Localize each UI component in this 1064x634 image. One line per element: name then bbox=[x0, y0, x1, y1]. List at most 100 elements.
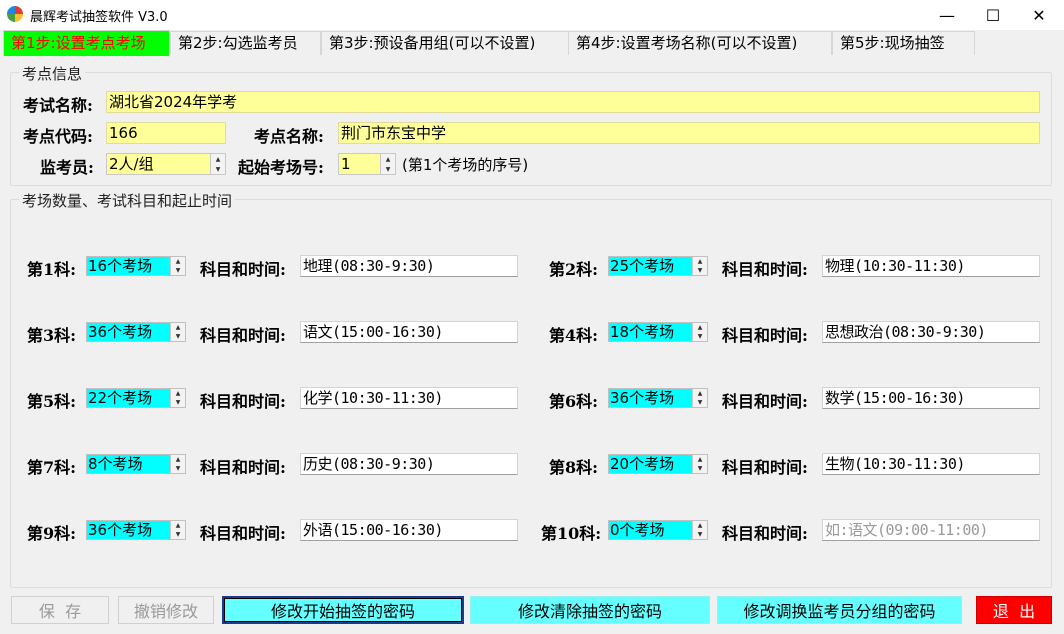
invigilators-arrows[interactable]: ▲ ▼ bbox=[210, 154, 225, 174]
save-button[interactable]: 保 存 bbox=[11, 596, 109, 624]
spin-up-icon[interactable]: ▲ bbox=[381, 154, 395, 164]
subject-7-rooms-spinner[interactable]: 8个考场 ▲ ▼ bbox=[86, 454, 186, 474]
spin-up-icon[interactable]: ▲ bbox=[171, 389, 185, 398]
change-start-password-button[interactable]: 修改开始抽签的密码 bbox=[222, 596, 464, 624]
spin-down-icon[interactable]: ▼ bbox=[171, 398, 185, 407]
subject-7-time-input[interactable]: 历史(08:30-9:30) bbox=[300, 453, 518, 475]
subject-6-rooms-spinner[interactable]: 36个考场 ▲ ▼ bbox=[608, 388, 708, 408]
subject-2-time-label: 科目和时间: bbox=[722, 260, 808, 279]
close-icon[interactable]: ✕ bbox=[1016, 0, 1062, 30]
subject-8-time-input[interactable]: 生物(10:30-11:30) bbox=[822, 453, 1040, 475]
subject-6-rooms-value: 36个考场 bbox=[609, 389, 695, 407]
window-title: 晨辉考试抽签软件 V3.0 bbox=[30, 10, 168, 25]
subject-8-label: 第8科: bbox=[549, 458, 599, 477]
spin-up-icon[interactable]: ▲ bbox=[211, 154, 225, 164]
subject-8-rooms-value: 20个考场 bbox=[609, 455, 695, 473]
subject-6-rooms-arrows[interactable]: ▲ ▼ bbox=[692, 389, 707, 407]
subject-6-time-label: 科目和时间: bbox=[722, 392, 808, 411]
maximize-icon[interactable]: ☐ bbox=[970, 0, 1016, 30]
save-button-label: 保 存 bbox=[38, 602, 82, 621]
spin-down-icon[interactable]: ▼ bbox=[693, 332, 707, 341]
spin-down-icon[interactable]: ▼ bbox=[381, 164, 395, 174]
subject-9-time-input[interactable]: 外语(15:00-16:30) bbox=[300, 519, 518, 541]
subject-5-rooms-spinner[interactable]: 22个考场 ▲ ▼ bbox=[86, 388, 186, 408]
site-name-input[interactable]: 荆门市东宝中学 bbox=[338, 122, 1040, 144]
spin-down-icon[interactable]: ▼ bbox=[211, 164, 225, 174]
subject-9-time-label: 科目和时间: bbox=[200, 524, 286, 543]
subject-9-rooms-arrows[interactable]: ▲ ▼ bbox=[170, 521, 185, 539]
subject-1-rooms-arrows[interactable]: ▲ ▼ bbox=[170, 257, 185, 275]
spin-down-icon[interactable]: ▼ bbox=[171, 530, 185, 539]
start-room-spinner[interactable]: 1 ▲ ▼ bbox=[338, 153, 396, 175]
subject-3-time-input[interactable]: 语文(15:00-16:30) bbox=[300, 321, 518, 343]
site-code-input[interactable]: 166 bbox=[106, 122, 226, 144]
subject-10-rooms-arrows[interactable]: ▲ ▼ bbox=[692, 521, 707, 539]
subject-9-label: 第9科: bbox=[27, 524, 77, 543]
spin-down-icon[interactable]: ▼ bbox=[693, 266, 707, 275]
subject-10-time-label: 科目和时间: bbox=[722, 524, 808, 543]
exam-name-input[interactable]: 湖北省2024年学考 bbox=[106, 91, 1040, 113]
spin-up-icon[interactable]: ▲ bbox=[171, 323, 185, 332]
subject-9-rooms-spinner[interactable]: 36个考场 ▲ ▼ bbox=[86, 520, 186, 540]
subject-10-rooms-spinner[interactable]: 0个考场 ▲ ▼ bbox=[608, 520, 708, 540]
spin-up-icon[interactable]: ▲ bbox=[171, 521, 185, 530]
subject-5-time-input[interactable]: 化学(10:30-11:30) bbox=[300, 387, 518, 409]
subject-7-rooms-arrows[interactable]: ▲ ▼ bbox=[170, 455, 185, 473]
subject-8-time-label: 科目和时间: bbox=[722, 458, 808, 477]
tab-step-4[interactable]: 第4步:设置考场名称(可以不设置) bbox=[568, 31, 832, 55]
spin-up-icon[interactable]: ▲ bbox=[693, 455, 707, 464]
exit-button[interactable]: 退 出 bbox=[976, 596, 1052, 624]
spin-down-icon[interactable]: ▼ bbox=[693, 398, 707, 407]
exam-name-label: 考试名称: bbox=[23, 96, 93, 115]
subject-10-rooms-value: 0个考场 bbox=[609, 521, 695, 539]
subject-2-time-input[interactable]: 物理(10:30-11:30) bbox=[822, 255, 1040, 277]
subject-8-rooms-arrows[interactable]: ▲ ▼ bbox=[692, 455, 707, 473]
tab-step-5[interactable]: 第5步:现场抽签 bbox=[832, 31, 975, 55]
spin-up-icon[interactable]: ▲ bbox=[693, 521, 707, 530]
start-room-hint: (第1个考场的序号) bbox=[402, 156, 529, 174]
spin-down-icon[interactable]: ▼ bbox=[171, 464, 185, 473]
spin-down-icon[interactable]: ▼ bbox=[693, 464, 707, 473]
undo-button[interactable]: 撤销修改 bbox=[118, 596, 214, 624]
minimize-icon[interactable]: — bbox=[924, 0, 970, 30]
subject-3-label: 第3科: bbox=[27, 326, 77, 345]
subject-4-rooms-spinner[interactable]: 18个考场 ▲ ▼ bbox=[608, 322, 708, 342]
tab-step-1[interactable]: 第1步:设置考点考场 bbox=[3, 30, 170, 56]
subject-5-rooms-value: 22个考场 bbox=[87, 389, 173, 407]
subject-3-time-label: 科目和时间: bbox=[200, 326, 286, 345]
subject-5-time-label: 科目和时间: bbox=[200, 392, 286, 411]
subject-4-rooms-arrows[interactable]: ▲ ▼ bbox=[692, 323, 707, 341]
spin-down-icon[interactable]: ▼ bbox=[693, 530, 707, 539]
subject-1-time-input[interactable]: 地理(08:30-9:30) bbox=[300, 255, 518, 277]
subject-2-rooms-spinner[interactable]: 25个考场 ▲ ▼ bbox=[608, 256, 708, 276]
change-swap-password-button[interactable]: 修改调换监考员分组的密码 bbox=[717, 596, 962, 624]
spin-up-icon[interactable]: ▲ bbox=[693, 323, 707, 332]
subject-5-rooms-arrows[interactable]: ▲ ▼ bbox=[170, 389, 185, 407]
subject-10-time-input[interactable]: 如:语文(09:00-11:00) bbox=[822, 519, 1040, 541]
spin-down-icon[interactable]: ▼ bbox=[171, 266, 185, 275]
spin-up-icon[interactable]: ▲ bbox=[693, 257, 707, 266]
start-room-arrows[interactable]: ▲ ▼ bbox=[380, 154, 395, 174]
subject-1-rooms-value: 16个考场 bbox=[87, 257, 173, 275]
subject-4-time-input[interactable]: 思想政治(08:30-9:30) bbox=[822, 321, 1040, 343]
exit-button-label: 退 出 bbox=[992, 602, 1036, 621]
subject-6-time-input[interactable]: 数学(15:00-16:30) bbox=[822, 387, 1040, 409]
tab-step-3[interactable]: 第3步:预设备用组(可以不设置) bbox=[321, 31, 572, 55]
subject-1-rooms-spinner[interactable]: 16个考场 ▲ ▼ bbox=[86, 256, 186, 276]
start-room-label: 起始考场号: bbox=[238, 158, 324, 177]
subject-7-rooms-value: 8个考场 bbox=[87, 455, 173, 473]
tab-step-2[interactable]: 第2步:勾选监考员 bbox=[170, 31, 321, 55]
change-clear-password-button[interactable]: 修改清除抽签的密码 bbox=[470, 596, 710, 624]
spin-up-icon[interactable]: ▲ bbox=[693, 389, 707, 398]
subject-8-rooms-spinner[interactable]: 20个考场 ▲ ▼ bbox=[608, 454, 708, 474]
subject-4-time-label: 科目和时间: bbox=[722, 326, 808, 345]
spin-up-icon[interactable]: ▲ bbox=[171, 257, 185, 266]
invigilators-spinner[interactable]: 2人/组 ▲ ▼ bbox=[106, 153, 226, 175]
subject-2-rooms-arrows[interactable]: ▲ ▼ bbox=[692, 257, 707, 275]
subject-2-rooms-value: 25个考场 bbox=[609, 257, 695, 275]
subject-3-rooms-arrows[interactable]: ▲ ▼ bbox=[170, 323, 185, 341]
spin-down-icon[interactable]: ▼ bbox=[171, 332, 185, 341]
subject-3-rooms-spinner[interactable]: 36个考场 ▲ ▼ bbox=[86, 322, 186, 342]
subject-10-label: 第10科: bbox=[541, 524, 602, 543]
spin-up-icon[interactable]: ▲ bbox=[171, 455, 185, 464]
